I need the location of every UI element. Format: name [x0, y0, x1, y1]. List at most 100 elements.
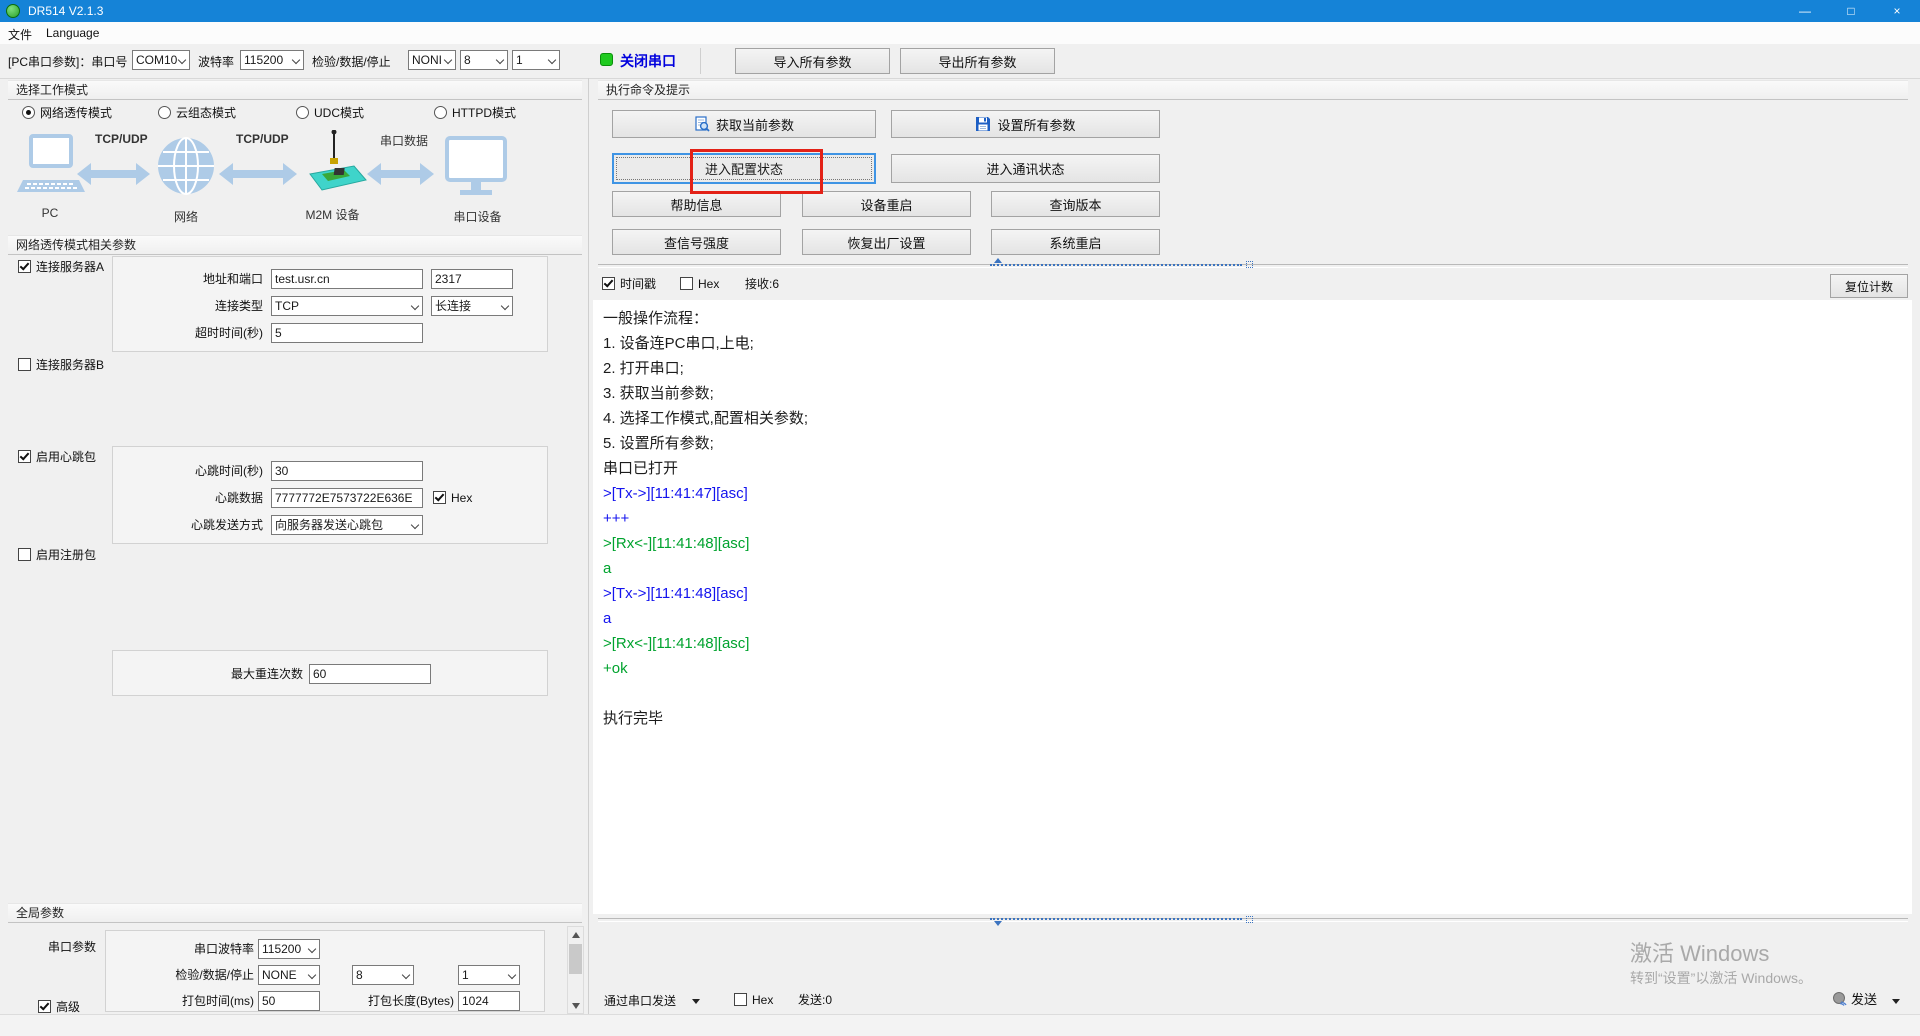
export-params-button[interactable]: 导出所有参数 — [900, 48, 1055, 74]
splitter-bottom[interactable] — [598, 918, 1908, 922]
recv-count: 接收:6 — [745, 277, 779, 291]
menu-language[interactable]: Language — [46, 26, 99, 40]
parity-label: 检验/数据/停止 — [312, 53, 391, 70]
global-baud-select[interactable]: 115200 — [258, 939, 320, 959]
stopbits-select[interactable]: 1 — [512, 50, 560, 70]
command-panel-header: 执行命令及提示 — [598, 80, 1908, 100]
maximize-button[interactable]: □ — [1828, 0, 1874, 22]
send-hex-label[interactable]: Hex — [752, 993, 773, 1007]
log-output[interactable]: 一般操作流程：1. 设备连PC串口,上电;2. 打开串口;3. 获取当前参数;4… — [593, 300, 1912, 914]
help-button[interactable]: 帮助信息 — [612, 191, 781, 217]
heartbeat-data-label: 心跳数据 — [121, 488, 263, 508]
sent-count: 发送:0 — [798, 993, 832, 1007]
close-button[interactable]: × — [1874, 0, 1920, 22]
panel-divider — [588, 78, 589, 1014]
heartbeat-group: 心跳时间(秒) 30 心跳数据 7777772E7573722E636E Hex… — [112, 446, 548, 544]
radio-net-passthrough[interactable] — [22, 106, 35, 119]
query-version-button[interactable]: 查询版本 — [991, 191, 1160, 217]
timestamp-checkbox[interactable] — [602, 277, 615, 290]
server-a-address-input[interactable]: test.usr.cn — [271, 269, 423, 289]
toolbar-separator — [700, 48, 701, 74]
radio-cloud-label[interactable]: 云组态模式 — [176, 106, 236, 120]
reconnect-input[interactable]: 60 — [309, 664, 431, 684]
advanced-checkbox[interactable] — [38, 1000, 51, 1013]
conn-type-select[interactable]: TCP — [271, 296, 423, 316]
radio-udc-label[interactable]: UDC模式 — [314, 106, 364, 120]
send-button[interactable]: 发送 — [1851, 993, 1877, 1007]
log-line: 1. 设备连PC串口,上电; — [603, 331, 1912, 356]
com-port-select[interactable]: COM10 — [132, 50, 190, 70]
databits-select[interactable]: 8 — [460, 50, 508, 70]
splitter-bottom-handle[interactable] — [990, 918, 1242, 920]
dropdown-arrow-icon[interactable] — [692, 999, 700, 1004]
radio-udc[interactable] — [296, 106, 309, 119]
server-a-port-input[interactable]: 2317 — [431, 269, 513, 289]
activate-windows-line2: 转到“设置”以激活 Windows。 — [1630, 968, 1812, 988]
log-line: +++ — [603, 506, 1912, 531]
heartbeat-data-input[interactable]: 7777772E7573722E636E — [271, 488, 423, 508]
menu-file[interactable]: 文件 — [8, 26, 32, 43]
heartbeat-mode-select[interactable]: 向服务器发送心跳包 — [271, 515, 423, 535]
server-b-checkbox[interactable] — [18, 358, 31, 371]
baud-select[interactable]: 115200 — [240, 50, 304, 70]
send-speaker-icon[interactable] — [1832, 991, 1847, 1006]
parity-select[interactable]: NONI — [408, 50, 456, 70]
server-a-checkbox[interactable] — [18, 260, 31, 273]
radio-httpd[interactable] — [434, 106, 447, 119]
import-params-button[interactable]: 导入所有参数 — [735, 48, 890, 74]
scroll-up-icon[interactable] — [568, 927, 583, 942]
minimize-button[interactable]: — — [1782, 0, 1828, 22]
advanced-label[interactable]: 高级 — [56, 1000, 80, 1014]
global-stopbits-select[interactable]: 1 — [458, 965, 520, 985]
enter-comm-button[interactable]: 进入通讯状态 — [891, 154, 1160, 183]
chevron-down-icon — [444, 56, 452, 64]
timestamp-label[interactable]: 时间戳 — [620, 277, 656, 291]
factory-reset-button[interactable]: 恢复出厂设置 — [802, 229, 971, 255]
global-parity-select[interactable]: NONE — [258, 965, 320, 985]
scrollbar-thumb[interactable] — [569, 944, 582, 974]
reset-count-button[interactable]: 复位计数 — [1830, 274, 1908, 298]
heartbeat-checkbox[interactable] — [18, 450, 31, 463]
heartbeat-hex-checkbox[interactable] — [433, 491, 446, 504]
keepalive-select[interactable]: 长连接 — [431, 296, 513, 316]
splitter-end-icon[interactable] — [1246, 916, 1253, 923]
send-hex-checkbox[interactable] — [734, 993, 747, 1006]
signal-strength-button[interactable]: 查信号强度 — [612, 229, 781, 255]
server-a-group: 地址和端口 test.usr.cn 2317 连接类型 TCP 长连接 超时时间… — [112, 256, 548, 352]
splitter-end-icon[interactable] — [1246, 261, 1253, 268]
heartbeat-hex-label[interactable]: Hex — [451, 491, 472, 505]
server-b-label[interactable]: 连接服务器B — [36, 358, 104, 372]
menubar: 文件 Language — [0, 22, 1920, 44]
close-port-button[interactable]: 关闭串口 — [620, 51, 676, 71]
splitter-top-handle[interactable] — [990, 264, 1242, 266]
recv-hex-checkbox[interactable] — [680, 277, 693, 290]
heartbeat-time-input[interactable]: 30 — [271, 461, 423, 481]
radio-net-passthrough-label[interactable]: 网络透传模式 — [40, 106, 112, 120]
system-restart-button[interactable]: 系统重启 — [991, 229, 1160, 255]
collapse-up-icon[interactable] — [994, 258, 1002, 263]
heartbeat-label[interactable]: 启用心跳包 — [36, 450, 96, 464]
timeout-input[interactable]: 5 — [271, 323, 423, 343]
set-params-button[interactable]: 设置所有参数 — [891, 110, 1160, 138]
send-via-serial-dropdown[interactable]: 通过串口发送 — [604, 994, 676, 1008]
log-line: a — [603, 606, 1912, 631]
radio-httpd-label[interactable]: HTTPD模式 — [452, 106, 516, 120]
get-params-button[interactable]: 获取当前参数 — [612, 110, 876, 138]
device-restart-button[interactable]: 设备重启 — [802, 191, 971, 217]
pack-len-input[interactable]: 1024 — [458, 991, 520, 1011]
register-checkbox[interactable] — [18, 548, 31, 561]
global-params-header: 全局参数 — [8, 903, 582, 923]
scroll-down-icon[interactable] — [568, 998, 583, 1013]
register-label[interactable]: 启用注册包 — [36, 548, 96, 562]
pack-time-label: 打包时间(ms) — [110, 991, 254, 1011]
global-databits-select[interactable]: 8 — [352, 965, 414, 985]
collapse-down-icon[interactable] — [994, 921, 1002, 926]
server-a-label[interactable]: 连接服务器A — [36, 260, 104, 274]
splitter-top[interactable] — [598, 264, 1908, 268]
left-panel-scrollbar[interactable] — [567, 926, 584, 1014]
recv-hex-label[interactable]: Hex — [698, 277, 719, 291]
pack-time-input[interactable]: 50 — [258, 991, 320, 1011]
send-dropdown-arrow-icon[interactable] — [1892, 999, 1900, 1004]
search-doc-icon — [694, 116, 710, 132]
radio-cloud[interactable] — [158, 106, 171, 119]
